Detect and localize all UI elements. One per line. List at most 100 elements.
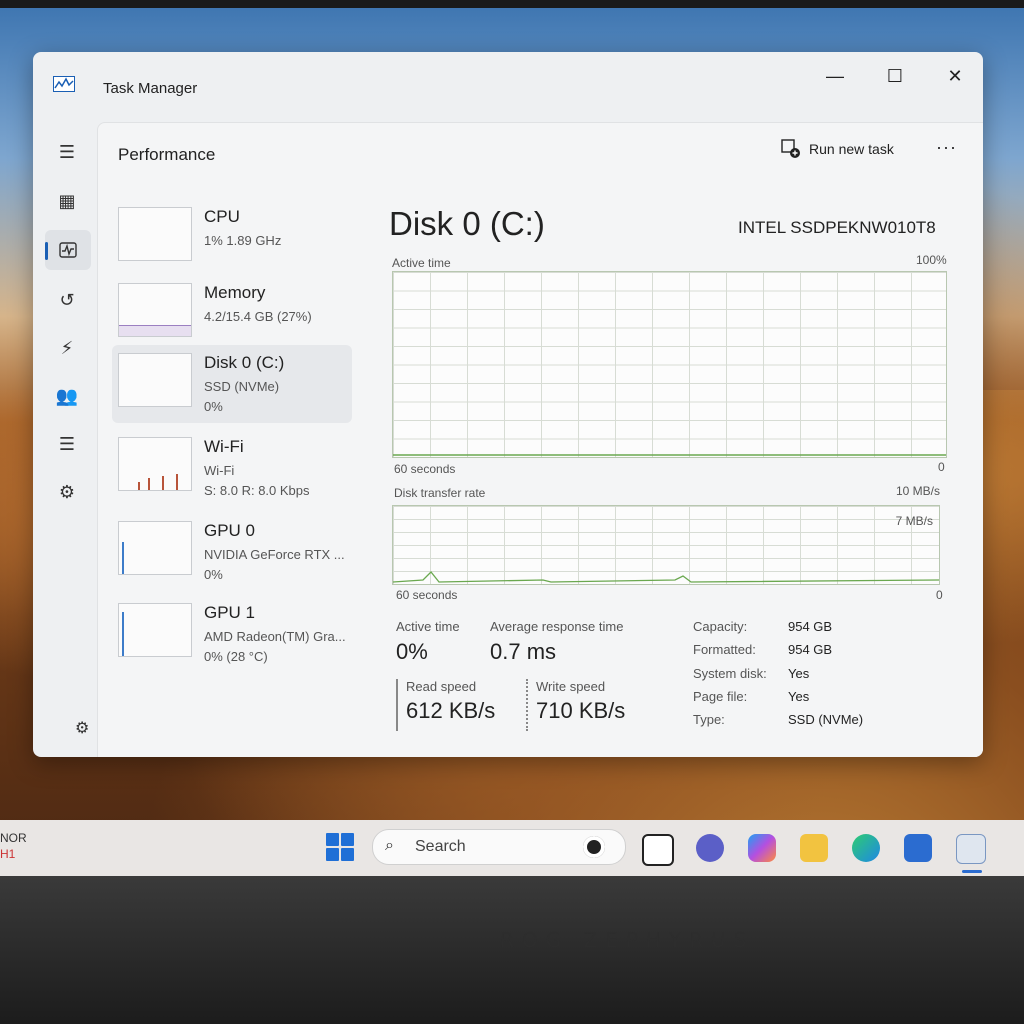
settings-gear-icon[interactable]: ⚙: [75, 718, 89, 738]
taskbar-widget-line2: H1: [0, 847, 16, 861]
device-detail: NVIDIA GeForce RTX ...: [204, 547, 345, 562]
active-time-value: 0%: [396, 639, 428, 664]
write-speed-value: 710 KB/s: [536, 698, 626, 723]
read-speed-value: 612 KB/s: [406, 698, 496, 723]
title-bar[interactable]: Task Manager — ☐ ✕: [33, 52, 983, 122]
active-time-graph: [392, 271, 947, 458]
search-icon: ⌕: [385, 837, 394, 854]
device-gpu-1[interactable]: GPU 1 AMD Radeon(TM) Gra... 0% (28 °C): [112, 595, 352, 673]
device-disk-0[interactable]: Disk 0 (C:) SSD (NVMe) 0%: [112, 345, 352, 423]
run-new-task-icon: [781, 139, 800, 158]
disk-title: Disk 0 (C:): [389, 205, 545, 242]
type-label: Type:: [693, 712, 725, 727]
run-new-task-label: Run new task: [809, 141, 894, 157]
device-name: CPU: [204, 207, 240, 226]
device-detail: 4.2/15.4 GB (27%): [204, 309, 312, 324]
device-cpu[interactable]: CPU 1% 1.89 GHz: [112, 199, 352, 277]
taskbar-widget[interactable]: NOR H1: [0, 830, 27, 862]
system-disk-label: System disk:: [693, 666, 767, 681]
minimize-button[interactable]: —: [815, 60, 855, 92]
device-throughput: S: 8.0 R: 8.0 Kbps: [204, 483, 310, 498]
disk-thumbnail-graph: [118, 353, 192, 407]
active-time-label: Active time: [396, 619, 460, 634]
device-name: Memory: [204, 283, 266, 302]
active-time-graph-min: 0: [938, 460, 945, 474]
cpu-thumbnail-graph: [118, 207, 192, 261]
page-file-value: Yes: [788, 689, 810, 704]
edge-browser-icon[interactable]: [852, 834, 880, 862]
windows-logo-tile: [326, 848, 339, 861]
startup-apps-icon[interactable]: ⚡: [53, 334, 81, 362]
windows-logo-tile: [326, 833, 339, 846]
transfer-rate-graph-min: 0: [936, 588, 943, 602]
formatted-value: 954 GB: [788, 642, 833, 657]
task-manager-icon: [53, 76, 75, 92]
search-highlight-icon: [583, 836, 605, 858]
gpu0-thumbnail-graph: [118, 521, 192, 575]
file-explorer-icon[interactable]: [800, 834, 828, 862]
run-new-task-button[interactable]: Run new task: [781, 139, 894, 159]
page-file-label: Page file:: [693, 689, 748, 704]
maximize-button[interactable]: ☐: [875, 60, 915, 92]
start-button[interactable]: [326, 833, 354, 861]
read-speed-box: Read speed 612 KB/s: [396, 679, 495, 731]
task-manager-window[interactable]: Task Manager — ☐ ✕ ☰ ▦ ↺ ⚡ 👥 ☰ ⚙ ⚙ Perfo…: [33, 52, 983, 757]
copilot-icon[interactable]: [748, 834, 776, 862]
active-time-graph-label: Active time: [392, 256, 451, 270]
formatted-label: Formatted:: [693, 642, 756, 657]
device-detail: 1% 1.89 GHz: [204, 233, 282, 248]
memory-thumbnail-graph: [118, 283, 192, 337]
details-icon[interactable]: ☰: [53, 430, 81, 458]
active-time-graph-max: 100%: [916, 253, 947, 267]
device-usage: 0% (28 °C): [204, 649, 268, 664]
windows-logo-tile: [341, 848, 354, 861]
services-icon[interactable]: ⚙: [53, 478, 81, 506]
device-usage: 0%: [204, 567, 223, 582]
processes-icon[interactable]: ▦: [53, 187, 81, 215]
hamburger-menu-icon[interactable]: ☰: [53, 138, 81, 166]
microsoft-store-icon[interactable]: [904, 834, 932, 862]
more-options-button[interactable]: ···: [936, 137, 957, 158]
device-name: GPU 0: [204, 521, 256, 540]
transfer-rate-graph-max: 10 MB/s: [896, 484, 941, 498]
transfer-rate-graph-label: Disk transfer rate: [394, 486, 486, 500]
device-wifi[interactable]: Wi-Fi Wi-Fi S: 8.0 R: 8.0 Kbps: [112, 429, 352, 507]
page-title: Performance: [118, 145, 216, 164]
window-title: Task Manager: [103, 80, 198, 97]
write-speed-box: Write speed 710 KB/s: [526, 679, 625, 731]
device-memory[interactable]: Memory 4.2/15.4 GB (27%): [112, 275, 352, 353]
laptop-brand-text: ROG ZEPHYRUS: [500, 928, 755, 952]
search-placeholder: Search: [415, 838, 466, 855]
gpu1-thumbnail-graph: [118, 603, 192, 657]
device-name: Disk 0 (C:): [204, 353, 285, 372]
teams-chat-icon[interactable]: [696, 834, 724, 862]
device-usage: 0%: [204, 399, 223, 414]
close-button[interactable]: ✕: [935, 60, 975, 92]
system-disk-value: Yes: [788, 666, 810, 681]
device-detail: SSD (NVMe): [204, 379, 280, 394]
device-detail: Wi-Fi: [204, 463, 235, 478]
app-history-icon[interactable]: ↺: [53, 286, 81, 314]
task-view-icon[interactable]: [642, 834, 674, 866]
device-gpu-0[interactable]: GPU 0 NVIDIA GeForce RTX ... 0%: [112, 513, 352, 591]
windows-logo-tile: [341, 833, 354, 846]
avg-response-time-value: 0.7 ms: [490, 639, 557, 664]
write-speed-label: Write speed: [536, 679, 606, 694]
nav-selected-indicator: [45, 242, 48, 260]
type-value: SSD (NVMe): [788, 712, 864, 727]
transfer-rate-graph-duration: 60 seconds: [396, 588, 458, 602]
task-manager-taskbar-icon[interactable]: [956, 834, 986, 864]
wifi-thumbnail-graph: [118, 437, 192, 491]
taskbar-widget-line1: NOR: [0, 831, 27, 845]
users-icon[interactable]: 👥: [53, 382, 81, 410]
avg-response-time-label: Average response time: [490, 619, 624, 634]
read-speed-label: Read speed: [406, 679, 477, 694]
capacity-label: Capacity:: [693, 619, 748, 634]
device-name: Wi-Fi: [204, 437, 244, 456]
device-name: GPU 1: [204, 603, 256, 622]
capacity-value: 954 GB: [788, 619, 833, 634]
taskbar-search-box[interactable]: ⌕ Search: [372, 829, 626, 865]
performance-nav-icon[interactable]: [45, 230, 91, 270]
performance-panel: Performance Run new task ··· CPU 1% 1.89…: [97, 122, 983, 757]
device-detail: AMD Radeon(TM) Gra...: [204, 629, 346, 644]
